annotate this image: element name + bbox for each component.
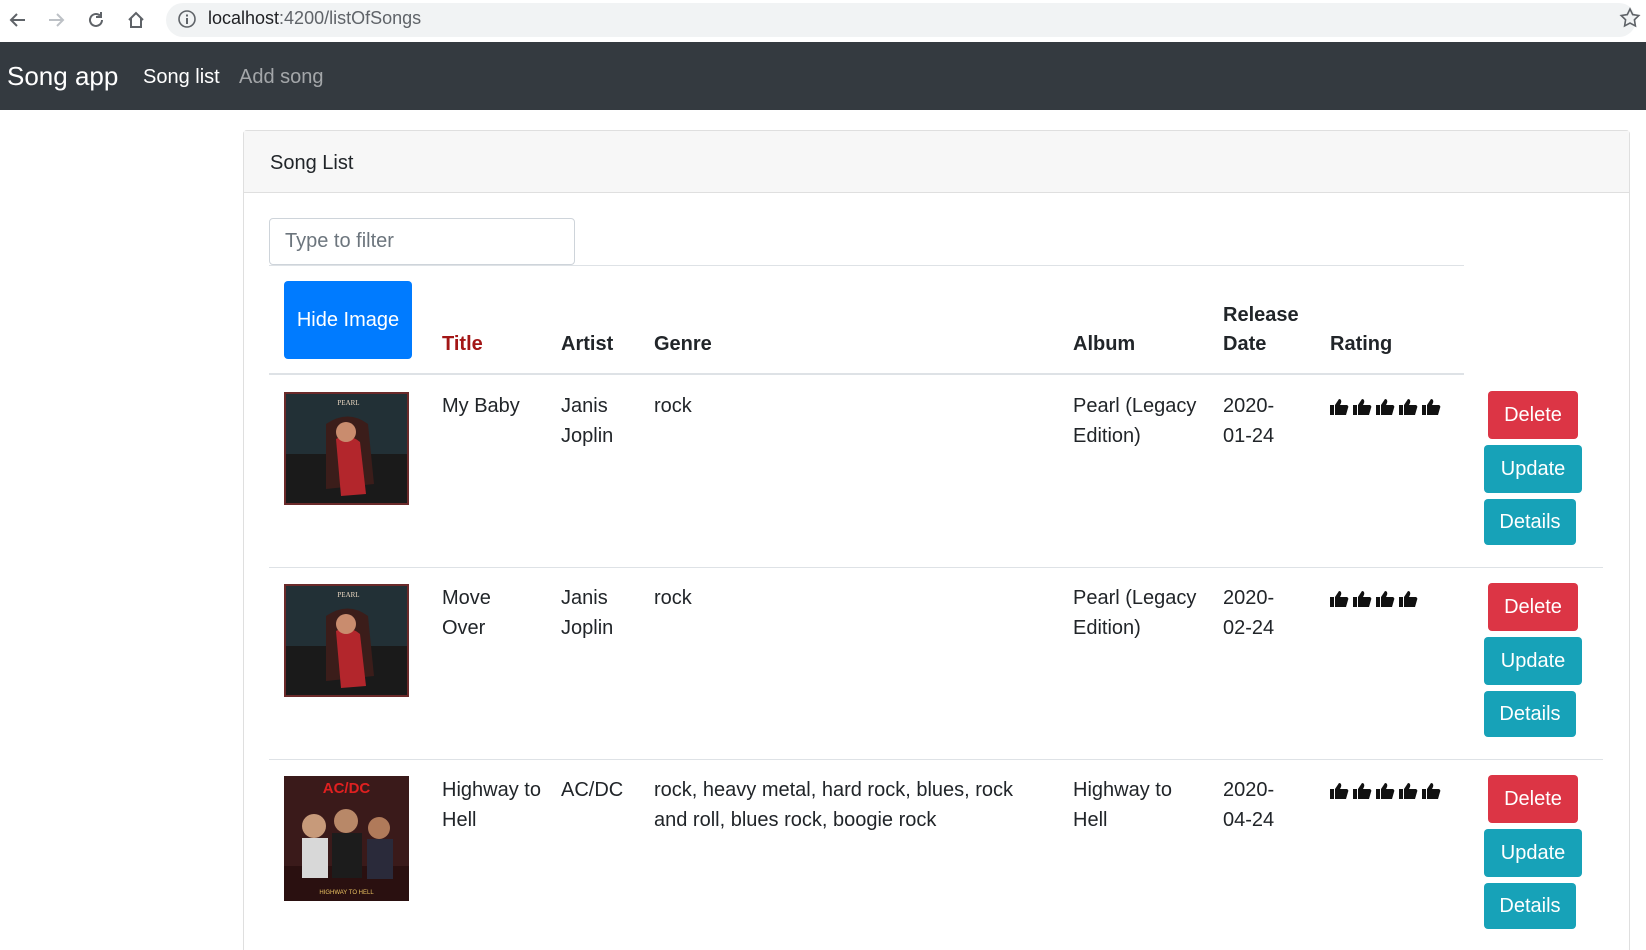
row-divider [269,759,1603,760]
header-artist: Artist [561,333,614,355]
album-cover-pearl: PEARL [284,392,409,505]
thumbs-up-icon [1422,399,1441,415]
header-title[interactable]: Title [442,329,483,359]
thumbs-up-icon [1376,399,1395,415]
thumbs-up-icon [1376,591,1395,607]
cell-album: Highway to Hell [1073,779,1172,831]
back-arrow-icon[interactable] [4,6,32,34]
thumbs-up-icon [1399,783,1418,799]
cell-genre: rock [654,395,692,417]
table-header-divider [269,373,1464,375]
filter-input[interactable] [269,218,575,265]
cover-logo-text: AC/DC [323,780,371,797]
thumbs-up-icon [1353,783,1372,799]
thumbs-up-icon [1330,399,1349,415]
cell-artist: AC/DC [561,779,624,801]
url-host: localhost [208,8,280,28]
cell-release-date: 2020-01-24 [1223,395,1275,447]
delete-button[interactable]: Delete [1488,583,1578,631]
reload-icon[interactable] [82,6,110,34]
bookmark-star-icon[interactable] [1618,6,1642,35]
thumbs-up-icon [1422,783,1441,799]
thumbs-up-icon [1330,591,1349,607]
forward-arrow-icon[interactable] [42,6,70,34]
divider [269,265,1464,266]
browser-toolbar: localhost:4200/listOfSongs [0,0,1646,40]
rating-stars [1330,590,1419,608]
row-divider [269,567,1603,568]
cell-genre: rock [654,587,692,609]
cover-text: PEARL [337,591,359,599]
details-button[interactable]: Details [1484,691,1576,737]
album-cover-acdc: AC/DC HIGHWAY TO HELL [284,776,409,901]
thumbs-up-icon [1399,591,1418,607]
card-header: Song List [244,131,1629,193]
delete-button[interactable]: Delete [1488,391,1578,439]
details-button[interactable]: Details [1484,499,1576,545]
header-genre: Genre [654,333,712,355]
cell-album: Pearl (Legacy Edition) [1073,587,1197,639]
thumbs-up-icon [1353,399,1372,415]
delete-button[interactable]: Delete [1488,775,1578,823]
cell-title: My Baby [442,395,520,417]
rating-stars [1330,398,1442,416]
home-icon[interactable] [122,6,150,34]
url-path: :4200/listOfSongs [279,8,422,28]
hide-image-button[interactable]: Hide Image [284,281,412,359]
cell-release-date: 2020-02-24 [1223,587,1275,639]
brand-link[interactable]: Song app [7,60,118,92]
cover-text: PEARL [337,399,359,407]
thumbs-up-icon [1330,783,1349,799]
cell-release-date: 2020-04-24 [1223,779,1275,831]
cell-genre: rock, heavy metal, hard rock, blues, roc… [654,779,1014,831]
cell-album: Pearl (Legacy Edition) [1073,395,1197,447]
cell-title: Highway to Hell [442,779,541,831]
header-rating: Rating [1330,333,1393,355]
thumbs-up-icon [1399,399,1418,415]
info-icon[interactable] [177,9,197,34]
cell-artist: Janis Joplin [561,587,614,639]
card-title: Song List [270,152,354,174]
nav-add-song[interactable]: Add song [239,64,324,90]
update-button[interactable]: Update [1484,829,1582,877]
header-release-date-line1: Release [1223,304,1299,326]
update-button[interactable]: Update [1484,445,1582,493]
nav-song-list[interactable]: Song list [143,64,220,90]
thumbs-up-icon [1376,783,1395,799]
details-button[interactable]: Details [1484,883,1576,929]
album-cover-pearl: PEARL [284,584,409,697]
url-text: localhost:4200/listOfSongs [208,6,421,30]
rating-stars [1330,782,1442,800]
cell-artist: Janis Joplin [561,395,614,447]
update-button[interactable]: Update [1484,637,1582,685]
thumbs-up-icon [1353,591,1372,607]
cover-album-text: HIGHWAY TO HELL [319,890,374,896]
cell-title: Move Over [442,587,491,639]
app-navbar: Song app Song list Add song [0,42,1646,110]
header-album: Album [1073,333,1136,355]
header-release-date-line2: Date [1223,333,1267,355]
